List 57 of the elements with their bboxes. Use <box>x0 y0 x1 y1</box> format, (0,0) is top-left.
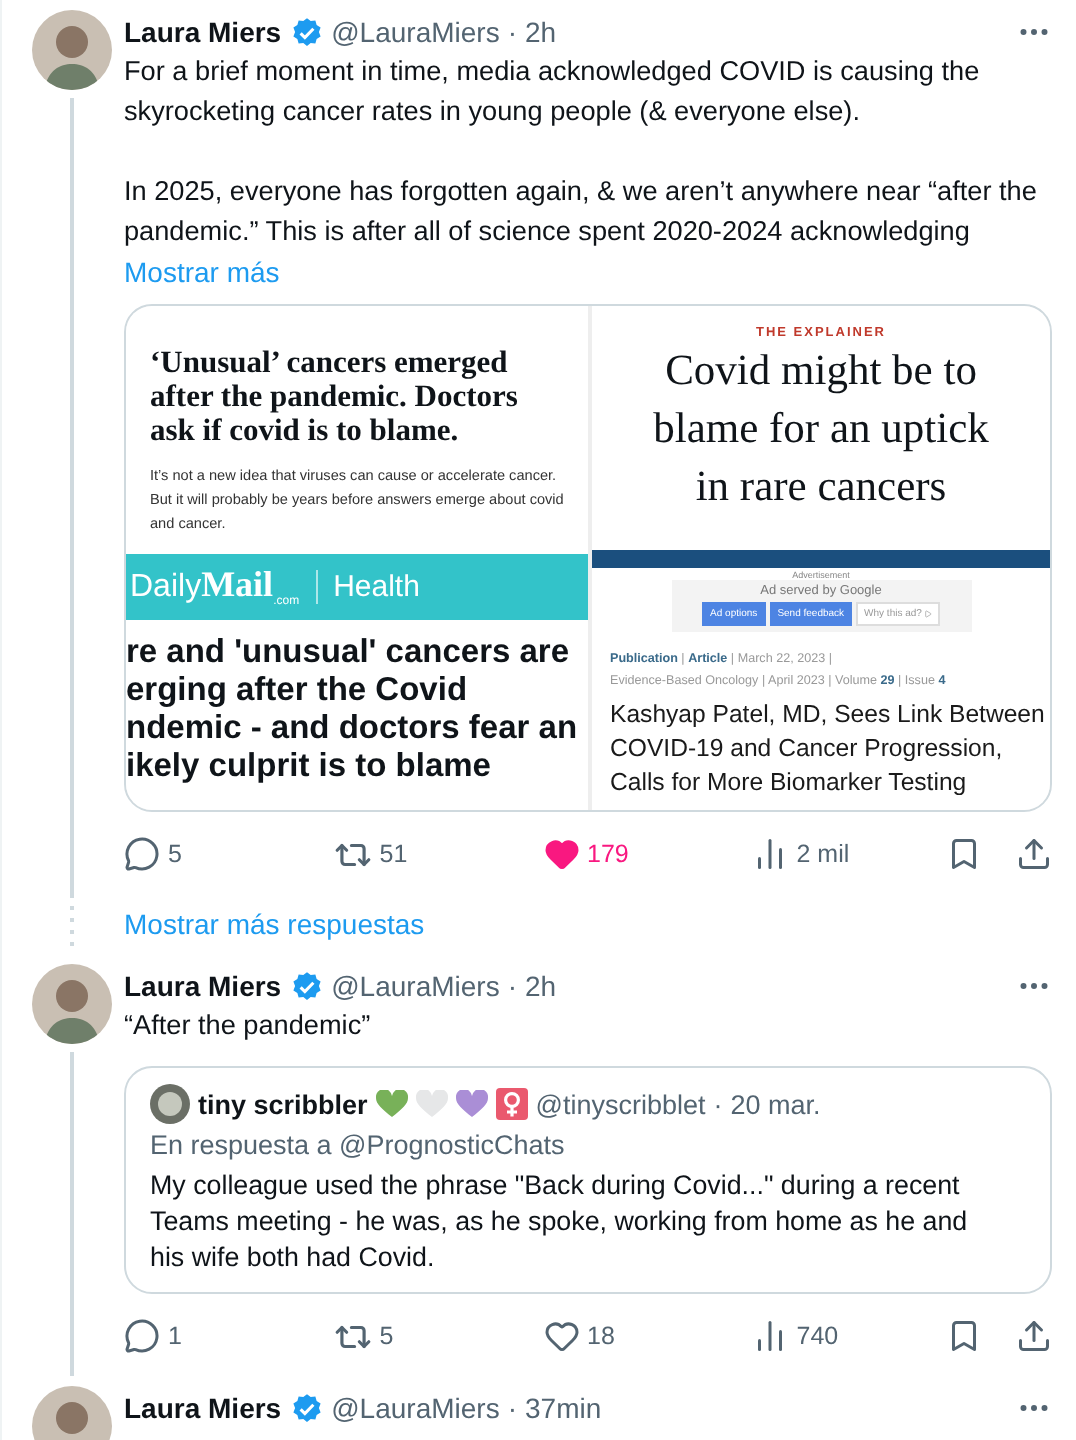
avatar[interactable] <box>32 10 112 90</box>
views-button[interactable]: 740 <box>752 1318 947 1354</box>
like-button[interactable]: 179 <box>543 836 753 872</box>
repost-button[interactable]: 5 <box>333 1317 543 1355</box>
post-time[interactable]: 2h <box>525 970 557 1002</box>
share-button[interactable] <box>1016 836 1053 872</box>
play-icon <box>923 610 932 618</box>
share-button[interactable] <box>1016 1318 1053 1354</box>
tweet-text: For a brief moment in time, media acknowledged COVID is causing the skyrocketing cancer rates in young people (& everyone else). <box>124 54 982 130</box>
post-time[interactable]: 2h <box>525 16 557 48</box>
quoted-text: My colleague used the phrase "Back during Covid..." during a recent Teams meeting - he was, as he spoke, working from home as he and his wife both had Covid. <box>150 1168 970 1276</box>
article-screenshot[interactable] <box>592 306 1050 810</box>
separator-dot: · <box>507 970 518 1002</box>
author-handle[interactable]: @LauraMiers <box>331 1392 500 1424</box>
reply-context: En respuesta a @PrognosticChats <box>150 1130 567 1160</box>
heart-icon <box>543 1318 579 1354</box>
post-time[interactable]: 37min <box>525 1392 602 1424</box>
author-handle[interactable]: @LauraMiers <box>331 970 500 1002</box>
article-headline: ask if covid is to blame. <box>150 414 461 448</box>
avatar[interactable] <box>150 1084 190 1124</box>
repost-button[interactable]: 51 <box>333 835 543 873</box>
author-name[interactable]: Laura Miers <box>124 970 282 1002</box>
author-name[interactable]: tiny scribbler <box>198 1089 368 1119</box>
reply-icon <box>124 1318 160 1354</box>
separator-dot: · <box>507 16 518 48</box>
reply-button[interactable]: 5 <box>124 836 334 872</box>
quoted-tweet[interactable] <box>124 1066 1052 1294</box>
author-name[interactable]: Laura Miers <box>124 1392 282 1424</box>
tweet-text: “After the pandemic” <box>124 1008 373 1044</box>
article-headline: erging after the Covid <box>126 672 470 710</box>
views-button[interactable]: 2 mil <box>752 836 947 872</box>
article-headline: ‘Unusual’ cancers emerged <box>150 346 510 380</box>
like-button[interactable]: 18 <box>543 1318 753 1354</box>
reply-icon <box>124 836 160 872</box>
article-title: COVID-19 and Cancer Progression, <box>608 732 1005 766</box>
article-headline: Covid might be to <box>663 344 979 398</box>
avatar[interactable] <box>32 964 112 1044</box>
reply-button[interactable]: 1 <box>124 1318 334 1354</box>
separator-dot: · <box>507 1392 518 1424</box>
author-handle[interactable]: @tinyscribblet <box>535 1089 706 1119</box>
post-time[interactable]: 20 mar. <box>730 1089 821 1119</box>
separator-dot: · <box>713 1089 723 1119</box>
tweet-text: In 2025, everyone has forgotten again, & we aren’t anywhere near “after the pandemic.” This is after all of science spent 2020-2024 acknowledging <box>124 174 1039 250</box>
article-headline: ikely culprit is to blame <box>126 748 493 786</box>
article-screenshot[interactable] <box>126 306 588 810</box>
article-headline: in rare cancers <box>693 460 949 514</box>
section-label: Health <box>315 570 420 604</box>
author-handle[interactable]: @LauraMiers <box>331 16 500 48</box>
article-headline: after the pandemic. Doctors <box>150 380 520 414</box>
article-title: Calls for More Biomarker Testing <box>608 766 969 800</box>
heart-icon <box>543 836 579 872</box>
article-title: Kashyap Patel, MD, Sees Link Between <box>608 698 1047 732</box>
article-headline: re and 'unusual' cancers are <box>126 634 572 672</box>
author-name[interactable]: Laura Miers <box>124 16 282 48</box>
article-headline: blame for an uptick <box>651 402 991 456</box>
article-headline: ndemic - and doctors fear an <box>126 710 580 748</box>
site-logo: DailyMail$_{.com}$ <box>130 564 300 610</box>
